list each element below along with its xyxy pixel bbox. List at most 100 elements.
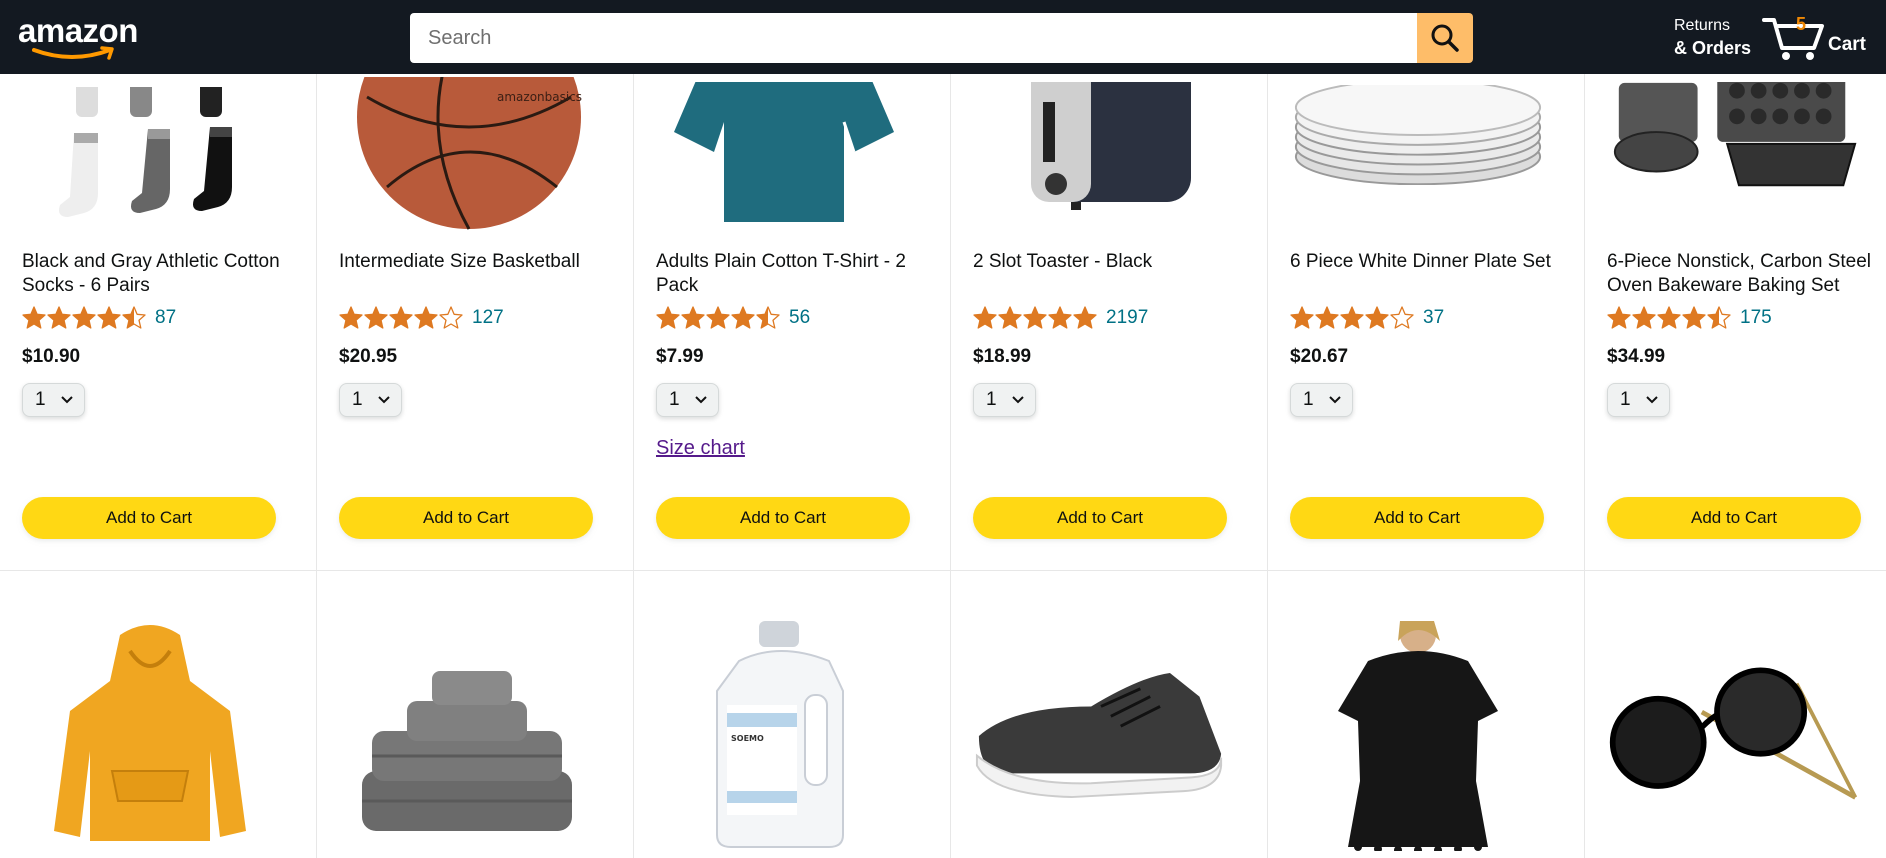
quantity-select[interactable]: 1 bbox=[973, 383, 1036, 417]
add-to-cart-button[interactable]: Add to Cart bbox=[339, 497, 593, 539]
search-input[interactable] bbox=[410, 13, 1417, 63]
amazon-logo[interactable]: amazon bbox=[18, 12, 148, 60]
star-icon bbox=[973, 306, 997, 329]
bottle-brand-mark: SOEMO bbox=[731, 734, 764, 743]
star-icon bbox=[1632, 306, 1656, 329]
quantity-select[interactable]: 1 bbox=[1290, 383, 1353, 417]
tshirt-image bbox=[674, 82, 894, 222]
product-card: amazonbasics Intermediate Size Basketbal… bbox=[317, 0, 634, 571]
star-icon bbox=[1657, 306, 1681, 329]
add-to-cart-button[interactable]: Add to Cart bbox=[1607, 497, 1861, 539]
product-image-towels[interactable] bbox=[339, 661, 595, 841]
quantity-value: 1 bbox=[1303, 389, 1314, 410]
product-price: $34.99 bbox=[1607, 346, 1666, 367]
product-title[interactable]: 6-Piece Nonstick, Carbon Steel Oven Bake… bbox=[1607, 250, 1872, 298]
quantity-select[interactable]: 1 bbox=[22, 383, 85, 417]
rating-stars bbox=[656, 306, 780, 330]
product-title[interactable]: Black and Gray Athletic Cotton Socks - 6… bbox=[22, 250, 287, 298]
plates-image bbox=[1294, 85, 1542, 185]
add-to-cart-button[interactable]: Add to Cart bbox=[973, 497, 1227, 539]
chevron-down-icon bbox=[1012, 396, 1024, 404]
star-icon bbox=[1340, 306, 1364, 329]
product-image-sunglasses[interactable] bbox=[1607, 651, 1863, 811]
star-icon bbox=[756, 306, 780, 329]
ball-brand-mark: amazonbasics bbox=[497, 90, 582, 104]
product-rating[interactable]: 2197 bbox=[973, 306, 1148, 330]
product-price: $18.99 bbox=[973, 346, 1032, 367]
rating-stars bbox=[1607, 306, 1731, 330]
product-card: 2 Slot Toaster - Black 2197 $18.99 1 Add… bbox=[951, 0, 1268, 571]
chevron-down-icon bbox=[1646, 396, 1658, 404]
orders-label: & Orders bbox=[1674, 38, 1752, 58]
cart-icon bbox=[1762, 18, 1824, 60]
size-chart-link[interactable]: Size chart bbox=[656, 437, 745, 460]
star-icon bbox=[1390, 306, 1414, 329]
returns-label: Returns bbox=[1674, 17, 1731, 34]
rating-count[interactable]: 2197 bbox=[1106, 307, 1148, 329]
star-icon bbox=[414, 306, 438, 329]
product-image-bakeware[interactable] bbox=[1607, 72, 1863, 202]
product-image-plates[interactable] bbox=[1290, 70, 1546, 200]
product-rating[interactable]: 37 bbox=[1290, 306, 1444, 330]
product-image-sneaker[interactable] bbox=[973, 661, 1229, 811]
star-icon bbox=[1682, 306, 1706, 329]
rating-stars bbox=[339, 306, 463, 330]
quantity-select[interactable]: 1 bbox=[1607, 383, 1670, 417]
star-icon bbox=[439, 306, 463, 329]
rating-count[interactable]: 56 bbox=[789, 307, 810, 329]
product-card: 6-Piece Nonstick, Carbon Steel Oven Bake… bbox=[1585, 0, 1886, 571]
socks-image bbox=[59, 87, 232, 217]
product-title[interactable]: 2 Slot Toaster - Black bbox=[973, 250, 1238, 274]
rating-count[interactable]: 127 bbox=[472, 307, 504, 329]
star-icon bbox=[364, 306, 388, 329]
bakeware-image bbox=[1613, 82, 1857, 187]
star-icon bbox=[1707, 306, 1731, 329]
product-rating[interactable]: 127 bbox=[339, 306, 504, 330]
rating-count[interactable]: 37 bbox=[1423, 307, 1444, 329]
product-image-toaster[interactable] bbox=[973, 82, 1229, 222]
product-title[interactable]: Adults Plain Cotton T-Shirt - 2 Pack bbox=[656, 250, 921, 298]
rating-count[interactable]: 87 bbox=[155, 307, 176, 329]
quantity-value: 1 bbox=[1620, 389, 1631, 410]
product-image-hoodie[interactable] bbox=[22, 621, 278, 851]
rating-count[interactable]: 175 bbox=[1740, 307, 1772, 329]
sneaker-image bbox=[975, 672, 1223, 799]
add-to-cart-button[interactable]: Add to Cart bbox=[22, 497, 276, 539]
quantity-value: 1 bbox=[986, 389, 997, 410]
returns-orders-link[interactable]: Returns & Orders bbox=[1674, 15, 1751, 59]
beach-cover-up-image bbox=[1338, 621, 1498, 851]
product-rating[interactable]: 56 bbox=[656, 306, 810, 330]
product-card bbox=[951, 571, 1268, 858]
star-icon bbox=[1315, 306, 1339, 329]
product-card: Adults Plain Cotton T-Shirt - 2 Pack 56 … bbox=[634, 0, 951, 571]
product-image-tshirt[interactable] bbox=[656, 82, 912, 222]
star-icon bbox=[47, 306, 71, 329]
product-title[interactable]: Intermediate Size Basketball bbox=[339, 250, 604, 274]
search-button[interactable] bbox=[1417, 13, 1473, 63]
product-image-beach-cover-up[interactable] bbox=[1290, 621, 1546, 851]
product-price: $10.90 bbox=[22, 346, 81, 367]
detergent-bottle-image: SOEMO bbox=[716, 621, 844, 848]
product-card: SOEMO bbox=[634, 571, 951, 858]
product-title[interactable]: 6 Piece White Dinner Plate Set bbox=[1290, 250, 1555, 274]
quantity-select[interactable]: 1 bbox=[339, 383, 402, 417]
product-price: $7.99 bbox=[656, 346, 704, 367]
smile-arrow-icon bbox=[32, 46, 114, 60]
product-card bbox=[1268, 571, 1585, 858]
add-to-cart-button[interactable]: Add to Cart bbox=[656, 497, 910, 539]
product-rating[interactable]: 87 bbox=[22, 306, 176, 330]
product-image-socks[interactable] bbox=[22, 87, 278, 222]
product-image-detergent[interactable]: SOEMO bbox=[656, 621, 912, 851]
cart-link[interactable]: 5 Cart bbox=[1762, 12, 1872, 62]
rating-stars bbox=[22, 306, 146, 330]
quantity-select[interactable]: 1 bbox=[656, 383, 719, 417]
product-image-basketball[interactable]: amazonbasics bbox=[339, 77, 595, 230]
add-to-cart-button[interactable]: Add to Cart bbox=[1290, 497, 1544, 539]
star-icon bbox=[1290, 306, 1314, 329]
product-card bbox=[317, 571, 634, 858]
star-icon bbox=[706, 306, 730, 329]
product-rating[interactable]: 175 bbox=[1607, 306, 1772, 330]
star-icon bbox=[681, 306, 705, 329]
rating-stars bbox=[973, 306, 1097, 330]
star-icon bbox=[389, 306, 413, 329]
